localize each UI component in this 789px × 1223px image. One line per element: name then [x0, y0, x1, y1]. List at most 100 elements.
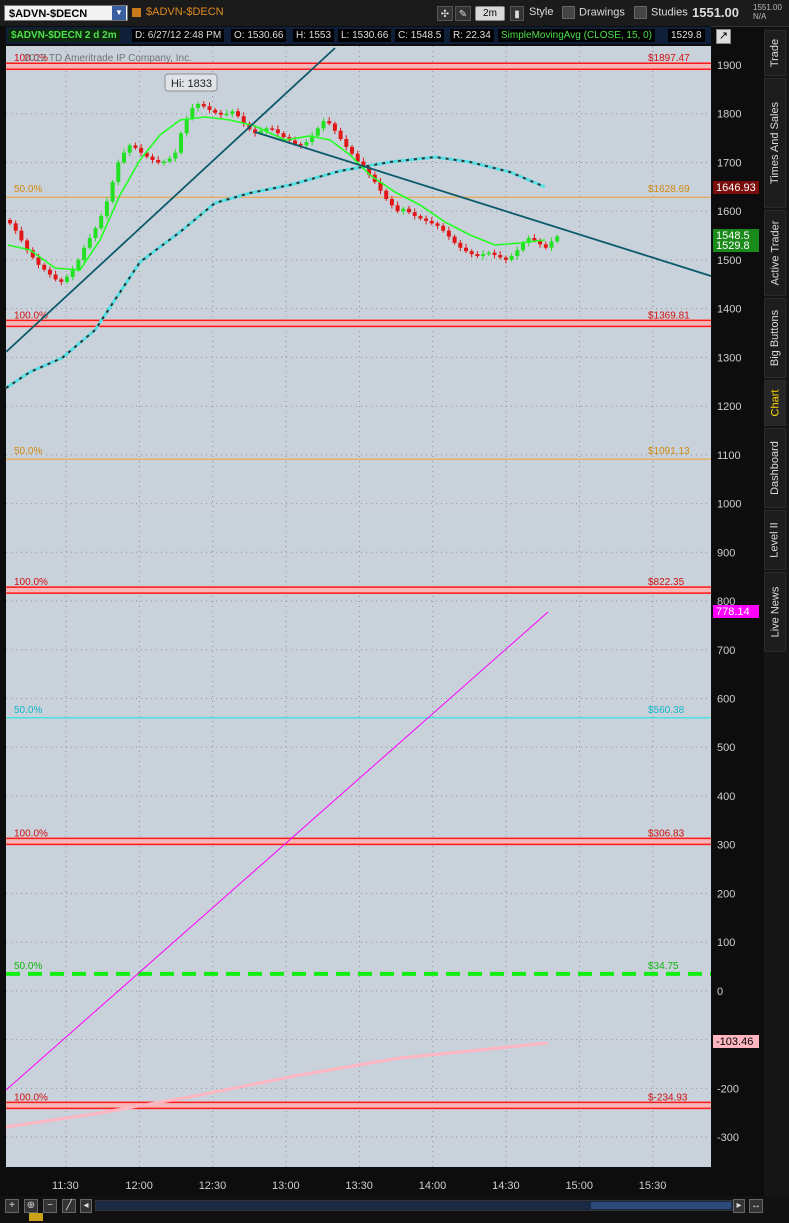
zoom-out-icon[interactable]: −	[43, 1199, 57, 1213]
tab-live-news-label: Live News	[769, 586, 781, 638]
fib-price-label: $1628.69	[648, 184, 690, 195]
candle-body	[236, 111, 240, 117]
price-badge-text: 778.14	[716, 606, 750, 618]
y-tick-label: 1600	[717, 206, 741, 218]
candle-body	[70, 269, 75, 277]
y-tick-label: 500	[717, 742, 735, 754]
fib-percent-label: 100.0%	[14, 1092, 48, 1103]
candle-body	[464, 247, 468, 252]
study-name[interactable]: SimpleMovingAvg (CLOSE, 15, 0)	[498, 29, 655, 42]
y-tick-label: 1400	[717, 304, 741, 316]
hi-bubble-text: Hi: 1833	[171, 78, 212, 90]
fib-price-label: $306.83	[648, 828, 685, 839]
y-tick-label: 1800	[717, 109, 741, 121]
chart-info-bar: $ADVN-$DECN 2 d 2m D: 6/27/12 2:48 PM O:…	[6, 27, 711, 44]
candle-body	[59, 279, 64, 282]
time-scrollbar[interactable]	[95, 1200, 740, 1211]
candle-body	[418, 216, 423, 219]
candle-body	[47, 269, 52, 275]
tab-times-and-sales[interactable]: Times And Sales	[764, 78, 786, 208]
candle-body	[429, 220, 434, 224]
candle-body	[384, 190, 389, 200]
tab-big-buttons[interactable]: Big Buttons	[764, 298, 786, 378]
fib-price-label: $560.38	[648, 705, 685, 716]
candle-body	[8, 219, 12, 224]
fib-percent-label: 100.0%	[14, 310, 48, 321]
candle-body	[407, 208, 411, 213]
x-tick-label: 13:30	[345, 1180, 373, 1192]
fib-percent-label: 50.0%	[14, 446, 42, 457]
pan-handle-icon[interactable]	[29, 1213, 43, 1221]
candle-body	[304, 141, 309, 146]
y-tick-label: 1100	[717, 450, 741, 462]
candle-body	[389, 199, 394, 206]
candle-body	[196, 103, 201, 108]
candle-body	[87, 237, 92, 248]
price-badge-text: -103.46	[716, 1036, 753, 1048]
candle-body	[395, 205, 400, 212]
y-tick-label: 100	[717, 937, 735, 949]
candle-body	[218, 112, 223, 115]
fib-price-label: $1091.13	[648, 446, 690, 457]
y-tick-label: 300	[717, 840, 735, 852]
y-tick-label: 700	[717, 645, 735, 657]
tab-dashboard[interactable]: Dashboard	[764, 428, 786, 508]
expand-time-icon[interactable]: ↔	[749, 1199, 763, 1213]
side-tabs: Trade Times And Sales Active Trader Big …	[764, 28, 789, 1198]
tab-chart[interactable]: Chart	[764, 380, 786, 426]
info-open: O: 1530.66	[231, 29, 287, 42]
tab-big-buttons-label: Big Buttons	[769, 309, 782, 367]
y-tick-label: 1900	[717, 60, 741, 72]
candle-body	[424, 218, 429, 221]
tab-trade-label: Trade	[769, 38, 782, 68]
scrollbar-thumb[interactable]	[591, 1202, 731, 1209]
x-tick-label: 15:00	[565, 1180, 593, 1192]
candle-body	[167, 158, 172, 162]
fib-percent-label: 100.0%	[14, 828, 48, 839]
candle-body	[36, 257, 41, 265]
y-tick-label: -200	[717, 1083, 739, 1095]
y-tick-label: 0	[717, 986, 723, 998]
candle-body	[281, 133, 286, 138]
tab-live-news[interactable]: Live News	[764, 572, 786, 652]
candle-body	[104, 201, 109, 217]
candle-body	[509, 256, 514, 260]
candle-body	[532, 237, 537, 241]
tab-active-trader[interactable]: Active Trader	[764, 210, 786, 296]
candle-body	[486, 252, 491, 255]
candle-body	[116, 162, 121, 182]
candle-body	[275, 129, 280, 134]
candle-body	[503, 257, 508, 260]
tab-trade[interactable]: Trade	[764, 30, 786, 76]
candle-body	[555, 236, 560, 242]
tab-level-ii[interactable]: Level II	[764, 510, 786, 570]
chart-plot[interactable]: 1900180017001600150014001300120011001000…	[0, 0, 789, 1223]
y-tick-label: 1300	[717, 352, 741, 364]
fib-price-label: $1369.81	[648, 310, 690, 321]
candle-body	[412, 212, 417, 217]
candle-body	[270, 128, 275, 130]
candle-body	[458, 242, 463, 248]
scroll-left-icon[interactable]: ◂	[80, 1199, 92, 1213]
y-tick-label: 900	[717, 547, 735, 559]
line-tool-icon[interactable]: ╱	[62, 1199, 76, 1213]
candle-body	[338, 130, 343, 140]
zoom-in-icon[interactable]: +	[5, 1199, 19, 1213]
candle-body	[122, 152, 126, 163]
fib-percent-label: 100.0%	[14, 577, 48, 588]
info-range: R: 22.34	[450, 29, 494, 42]
scroll-right-icon[interactable]: ▸	[733, 1199, 745, 1213]
zoom-box-icon[interactable]: ⊕	[24, 1199, 38, 1213]
candle-body	[76, 259, 81, 270]
x-tick-label: 15:30	[639, 1180, 667, 1192]
y-tick-label: 1200	[717, 401, 741, 413]
y-tick-label: 1700	[717, 157, 741, 169]
fib-percent-label: 50.0%	[14, 184, 42, 195]
drawing-mode-icon[interactable]: ↗	[716, 29, 731, 44]
candle-body	[110, 181, 115, 202]
copyright-text: 2012 TD Ameritrade IP Company, Inc.	[24, 53, 192, 64]
x-tick-label: 13:00	[272, 1180, 300, 1192]
candle-body	[207, 106, 212, 110]
info-close: C: 1548.5	[395, 29, 445, 42]
candle-body	[344, 139, 349, 147]
